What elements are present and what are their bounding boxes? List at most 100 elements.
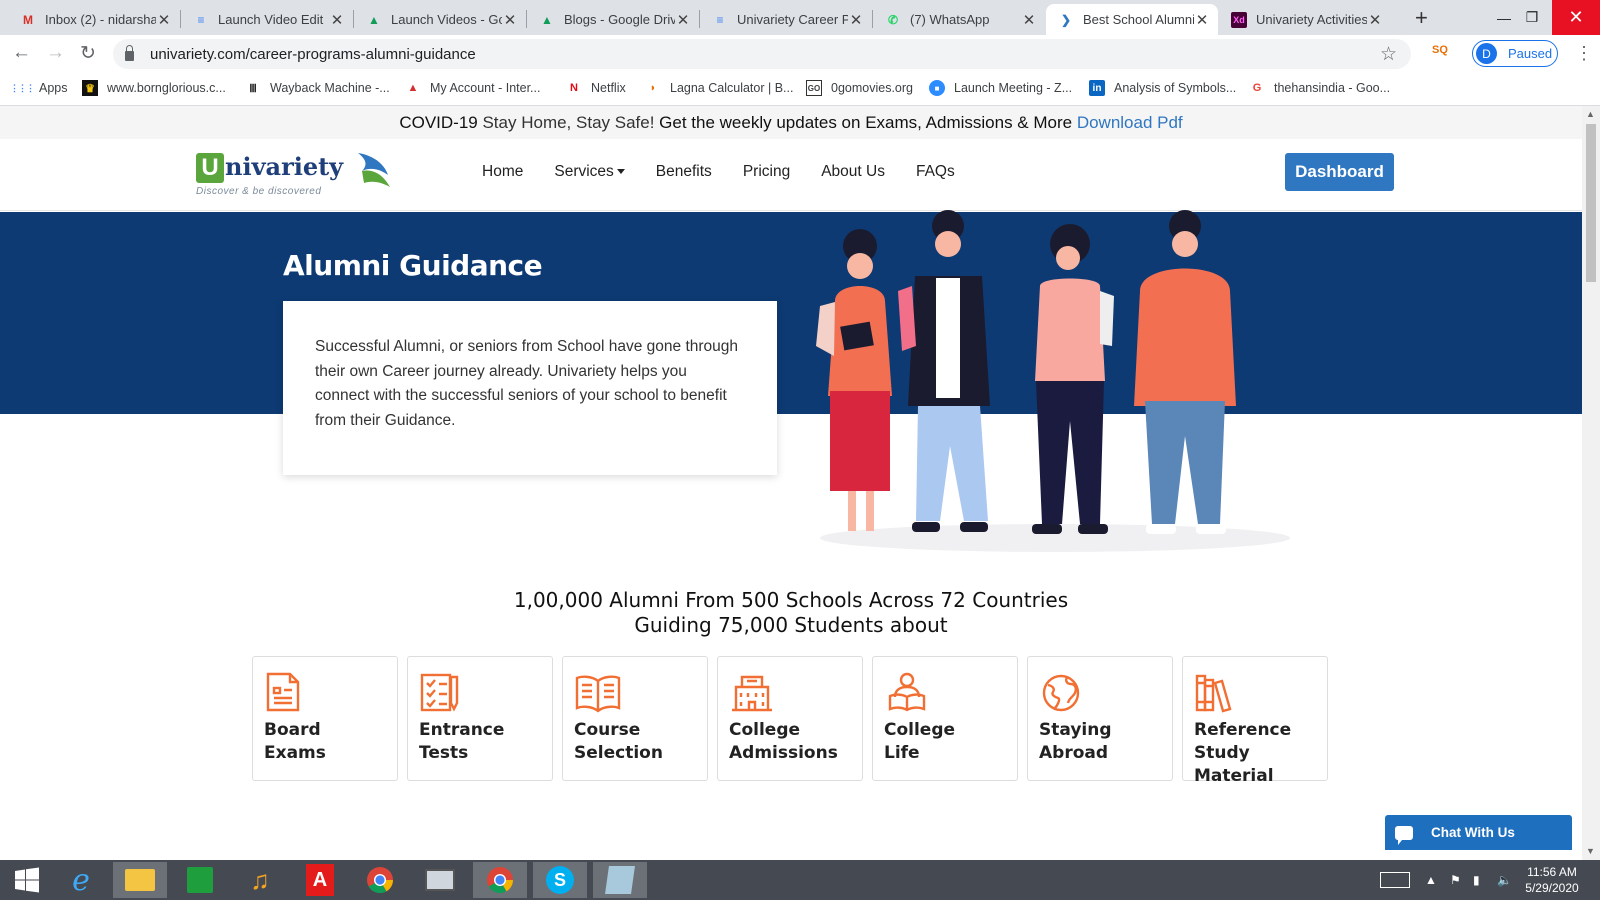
extension-icon[interactable]: SQ: [1432, 44, 1452, 64]
file-explorer-icon[interactable]: [113, 862, 167, 898]
system-clock[interactable]: 11:56 AM 5/29/2020: [1512, 864, 1592, 896]
logo-tagline: Discover & be discovered: [196, 186, 322, 197]
feature-card-board-exams[interactable]: Board Exams: [252, 656, 398, 781]
zoom-icon: ■: [929, 80, 945, 96]
nav-services[interactable]: Services: [554, 163, 625, 181]
address-bar[interactable]: univariety.com/career-programs-alumni-gu…: [113, 39, 1411, 69]
close-tab-icon[interactable]: ✕: [848, 11, 864, 29]
close-window-icon[interactable]: ✕: [1552, 0, 1600, 35]
nav-home[interactable]: Home: [482, 163, 523, 181]
feature-card-reference-study-material[interactable]: Reference Study Material: [1182, 656, 1328, 786]
covid-banner: COVID-19 Stay Home, Stay Safe! Get the w…: [0, 106, 1582, 139]
bookmark-item[interactable]: ♛ www.bornglorious.c...: [82, 80, 226, 96]
network-icon[interactable]: ▮: [1473, 860, 1480, 900]
chat-widget-button[interactable]: Chat With Us: [1385, 815, 1572, 850]
profile-button[interactable]: D Paused: [1472, 40, 1558, 67]
browser-tab-active[interactable]: ❯ Best School Alumni ✕: [1046, 4, 1218, 35]
feature-card-entrance-tests[interactable]: Entrance Tests: [407, 656, 553, 781]
store-icon[interactable]: [173, 862, 227, 898]
bookmark-item[interactable]: ◗ Lagna Calculator | B...: [645, 80, 794, 96]
browser-toolbar: ← → ↻ univariety.com/career-programs-alu…: [0, 35, 1600, 72]
browser-tab[interactable]: ▲ Launch Videos - Go ✕: [354, 4, 526, 35]
account-icon: ▲: [407, 82, 419, 94]
flag-icon[interactable]: ⚑: [1450, 860, 1461, 900]
nav-about-us[interactable]: About Us: [821, 163, 885, 181]
forward-icon[interactable]: →: [46, 42, 65, 64]
bookmark-item[interactable]: ▲ My Account - Inter...: [405, 80, 541, 96]
students-illustration: [816, 210, 1290, 552]
back-icon[interactable]: ←: [12, 42, 31, 64]
bookmark-item[interactable]: GO 0gomovies.org: [806, 80, 913, 96]
lock-icon: [125, 45, 134, 61]
internet-explorer-icon[interactable]: e: [54, 862, 108, 898]
bookmark-item[interactable]: in Analysis of Symbols...: [1089, 80, 1236, 96]
scroll-thumb[interactable]: [1586, 124, 1596, 282]
reload-icon[interactable]: ↻: [80, 42, 96, 65]
univariety-logo[interactable]: U nivariety Discover & be discovered: [196, 149, 396, 199]
bookmark-item[interactable]: Gthehansindia - Goo...: [1249, 80, 1390, 96]
bookmark-item[interactable]: N Netflix: [566, 80, 626, 96]
netflix-icon: N: [570, 82, 578, 94]
hero-description: Successful Alumni, or seniors from Schoo…: [315, 338, 739, 429]
page-scrollbar[interactable]: ▲ ▼: [1582, 106, 1600, 860]
updates-text: Get the weekly updates on Exams, Admissi…: [659, 113, 1077, 132]
feature-card-staying-abroad[interactable]: Staying Abroad: [1027, 656, 1173, 781]
new-tab-icon[interactable]: +: [1415, 5, 1428, 31]
adobe-icon[interactable]: A: [293, 862, 347, 898]
feature-card-college-life[interactable]: College Life: [872, 656, 1018, 781]
restore-icon[interactable]: ❐: [1508, 0, 1556, 35]
scroll-down-icon[interactable]: ▼: [1586, 846, 1595, 856]
linkedin-icon: in: [1089, 80, 1105, 96]
download-pdf-link[interactable]: Download Pdf: [1077, 113, 1183, 132]
stats-heading: 1,00,000 Alumni From 500 Schools Across …: [0, 588, 1582, 638]
bookmark-item[interactable]: ■ Launch Meeting - Z...: [929, 80, 1072, 96]
feature-card-course-selection[interactable]: Course Selection: [562, 656, 708, 781]
lenovo-icon[interactable]: [413, 862, 467, 898]
close-tab-icon[interactable]: ✕: [675, 11, 691, 29]
close-tab-icon[interactable]: ✕: [156, 11, 172, 29]
browser-tab[interactable]: ≡ Univariety Career P ✕: [700, 4, 872, 35]
close-tab-icon[interactable]: ✕: [502, 11, 518, 29]
nav-faqs[interactable]: FAQs: [916, 163, 955, 181]
start-icon[interactable]: [0, 862, 54, 898]
chevron-up-icon[interactable]: ▲: [1425, 860, 1437, 900]
hero-description-card: Successful Alumni, or seniors from Schoo…: [283, 301, 777, 475]
keyboard-icon[interactable]: [1380, 860, 1410, 900]
chrome-icon[interactable]: [353, 862, 407, 898]
board-exams-icon: [266, 672, 300, 712]
close-tab-icon[interactable]: ✕: [1194, 11, 1210, 29]
bookmark-apps[interactable]: ⋮⋮⋮ Apps: [10, 80, 68, 96]
close-tab-icon[interactable]: ✕: [1021, 11, 1037, 29]
lagna-icon: ◗: [649, 82, 657, 94]
browser-tab[interactable]: ▲ Blogs - Google Driv ✕: [527, 4, 699, 35]
browser-menu-icon[interactable]: ⋮: [1575, 43, 1593, 64]
feature-card-college-admissions[interactable]: College Admissions: [717, 656, 863, 781]
volume-icon[interactable]: 🔈: [1497, 860, 1512, 900]
close-tab-icon[interactable]: ✕: [329, 11, 345, 29]
close-tab-icon[interactable]: ✕: [1367, 11, 1383, 29]
notes-icon[interactable]: [593, 862, 647, 898]
browser-tab[interactable]: ✆ (7) WhatsApp ✕: [873, 4, 1045, 35]
bookmark-star-icon[interactable]: ☆: [1380, 43, 1397, 66]
browser-tab[interactable]: M Inbox (2) - nidarsha ✕: [8, 4, 180, 35]
nav-pricing[interactable]: Pricing: [743, 163, 790, 181]
chrome-active-icon[interactable]: [473, 862, 527, 898]
college-life-icon: [888, 672, 926, 712]
media-player-icon[interactable]: ♫: [233, 862, 287, 898]
bookmarks-bar: ⋮⋮⋮ Apps ♛ www.bornglorious.c... Ⅲ Wayback …: [0, 72, 1600, 106]
browser-tab[interactable]: ≡ Launch Video Edit ✕: [181, 4, 353, 35]
college-admissions-icon: [732, 675, 772, 712]
scroll-up-icon[interactable]: ▲: [1586, 109, 1595, 119]
univariety-icon: ❯: [1060, 12, 1072, 27]
skype-icon[interactable]: S: [533, 862, 587, 898]
hero-band: Alumni Guidance: [0, 212, 1582, 414]
nav-benefits[interactable]: Benefits: [656, 163, 712, 181]
bookmark-item[interactable]: Ⅲ Wayback Machine -...: [245, 80, 390, 96]
browser-tab[interactable]: Xd Univariety Activities ✕: [1219, 4, 1391, 35]
profile-status: Paused: [1508, 46, 1553, 61]
bornglorious-icon: ♛: [82, 80, 98, 96]
windows-taskbar: e ♫ A S ▲ ⚑ ▮ 🔈 11:56 AM 5/29/2020: [0, 860, 1600, 900]
reference-material-icon: [1195, 674, 1232, 713]
apps-icon: ⋮⋮⋮: [10, 82, 35, 93]
dashboard-button[interactable]: Dashboard: [1285, 153, 1394, 191]
